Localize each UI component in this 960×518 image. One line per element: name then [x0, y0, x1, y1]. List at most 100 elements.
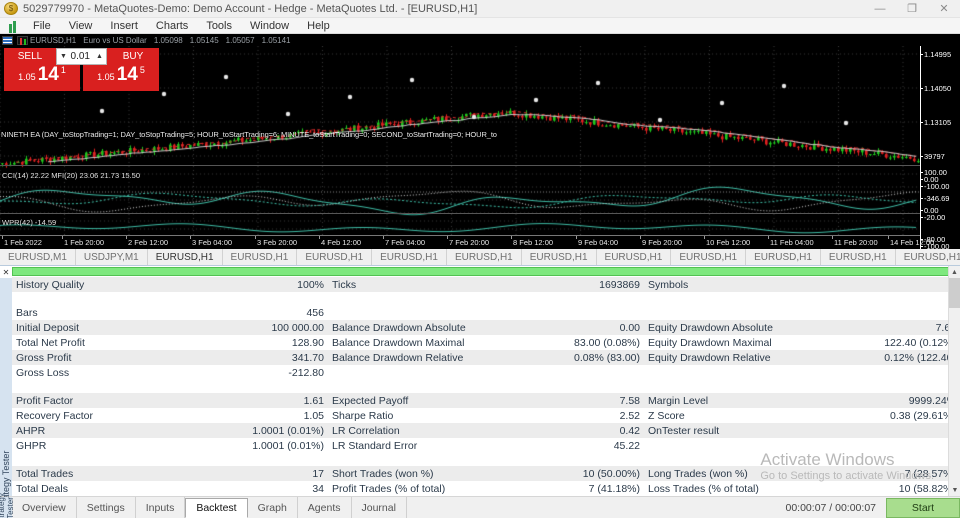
- buy-price-big: 14: [116, 64, 138, 85]
- tester-tab-graph[interactable]: Graph: [248, 497, 298, 518]
- table-row[interactable]: History Quality100%Ticks1693869Symbols1: [12, 277, 948, 292]
- price-tick: -20.00: [920, 213, 946, 222]
- scroll-down-icon[interactable]: ▼: [949, 484, 960, 496]
- chart-tab-10[interactable]: EURUSD,H1: [746, 249, 821, 265]
- buy-price[interactable]: 1.05 14 5: [83, 65, 159, 91]
- stat-label: Total Trades: [12, 466, 170, 481]
- chart-tab-1[interactable]: USDJPY,M1: [76, 249, 148, 265]
- sell-button[interactable]: SELL: [4, 48, 56, 65]
- table-row[interactable]: Initial Deposit 100 000.00 Balance Drawdow…: [12, 320, 948, 335]
- price-scale[interactable]: 1.14995 1.14050 1.13105 39797 100.00 0.00 -100…: [920, 46, 960, 249]
- maximize-icon[interactable]: ❐: [896, 0, 928, 18]
- stat-value: 0.42: [486, 423, 644, 438]
- chart-tab-12[interactable]: EURUSD,H1: [896, 249, 960, 265]
- results-scrollbar[interactable]: ▲ ▼: [948, 266, 960, 496]
- table-row[interactable]: Gross Profit 341.70 Balance Drawdown Relat…: [12, 350, 948, 365]
- menu-item-insert[interactable]: Insert: [101, 18, 147, 34]
- time-tick-label: 4 Feb 12:00: [321, 238, 362, 247]
- chart-area[interactable]: EURUSD,H1 Euro vs US Dollar 1.05098 1.05…: [0, 34, 960, 249]
- tester-tab-overview[interactable]: Overview: [12, 497, 77, 518]
- stat-value: 100 000.00: [170, 320, 328, 335]
- stat-value: 456: [170, 305, 328, 320]
- table-row[interactable]: AHPR 1.0001 (0.01%) LR Correlation 0.42 OnTe…: [12, 423, 948, 438]
- menu-item-help[interactable]: Help: [298, 18, 339, 34]
- stat-label: Balance Drawdown Maximal: [328, 335, 486, 350]
- sell-price[interactable]: 1.05 14 1: [4, 65, 80, 91]
- stat-value: 9999.24%: [802, 393, 948, 408]
- stat-value: 7 (28.57%): [802, 466, 948, 481]
- backtest-results-grid[interactable]: History Quality100%Ticks1693869Symbols1 B…: [12, 266, 948, 496]
- stat-value: 0.08% (83.00): [486, 350, 644, 365]
- chart-tabs-bar[interactable]: EURUSD,M1 USDJPY,M1 EURUSD,H1 EURUSD,H1 EURU…: [0, 249, 960, 266]
- stat-value: 1.0001 (0.01%): [170, 423, 328, 438]
- chart-tab-4[interactable]: EURUSD,H1: [297, 249, 373, 265]
- stat-label: Margin Level: [644, 393, 802, 408]
- table-row[interactable]: Gross Loss -212.80: [12, 365, 948, 380]
- stat-value: [802, 305, 948, 320]
- volume-down-icon[interactable]: ▼: [57, 53, 70, 60]
- volume-up-icon[interactable]: ▲: [93, 53, 106, 60]
- stat-label: Sharpe Ratio: [328, 408, 486, 423]
- chart-tab-9[interactable]: EURUSD,H1: [671, 249, 747, 265]
- chart-tab-6[interactable]: EURUSD,H1: [447, 249, 522, 265]
- expert-advisor-label: NINETH EA (DAY_toStopTrading=1; DAY_toSt…: [1, 130, 497, 139]
- stat-label: Recovery Factor: [12, 408, 170, 423]
- tester-tab-agents[interactable]: Agents: [298, 497, 352, 518]
- stat-value: 0.00: [486, 320, 644, 335]
- stat-value: 45.22: [486, 438, 644, 453]
- menu-item-file[interactable]: File: [24, 18, 60, 34]
- stat-label: Balance Drawdown Relative: [328, 350, 486, 365]
- time-tick-label: 7 Feb 20:00: [449, 238, 490, 247]
- volume-value[interactable]: 0.01: [70, 51, 93, 62]
- backtest-stats-table: History Quality100%Ticks1693869Symbols1 B…: [12, 266, 948, 496]
- tester-tab-settings[interactable]: Settings: [77, 497, 136, 518]
- time-axis[interactable]: 1 Feb 2022 1 Feb 20:00 2 Feb 12:00 3 Feb 04…: [0, 235, 934, 249]
- table-row[interactable]: Recovery Factor 1.05 Sharpe Ratio 2.52 Z Sco…: [12, 408, 948, 423]
- time-tick-label: 3 Feb 04:00: [192, 238, 233, 247]
- menu-item-window[interactable]: Window: [241, 18, 298, 34]
- one-click-trading-panel[interactable]: SELL ▼ 0.01 ▲ BUY 1.05 14 1 1.05 14 5: [4, 48, 159, 91]
- candles-icon[interactable]: [17, 35, 28, 45]
- chart-tab-5[interactable]: EURUSD,H1: [372, 249, 447, 265]
- chart-symbol-label: EURUSD,H1: [30, 35, 77, 45]
- table-row[interactable]: Profit Factor 1.61 Expected Payoff 7.58 Marg…: [12, 393, 948, 408]
- price-tick: 1.14050: [920, 84, 952, 93]
- menu-item-tools[interactable]: Tools: [197, 18, 241, 34]
- time-tick-label: 9 Feb 20:00: [642, 238, 683, 247]
- backtest-progress-bar: [12, 267, 948, 276]
- stat-value: 0.38 (29.61%): [802, 408, 948, 423]
- stat-label: [328, 365, 486, 380]
- grid-icon[interactable]: [2, 35, 13, 45]
- table-row[interactable]: Bars 456: [12, 305, 948, 320]
- chart-tab-11[interactable]: EURUSD,H1: [821, 249, 896, 265]
- menu-item-view[interactable]: View: [60, 18, 102, 34]
- table-row[interactable]: Total Net Profit 128.90 Balance Drawdown M…: [12, 335, 948, 350]
- start-button[interactable]: Start: [886, 497, 960, 518]
- stat-value: 1.05: [170, 408, 328, 423]
- table-row[interactable]: GHPR 1.0001 (0.01%) LR Standard Error 45.22: [12, 438, 948, 453]
- chart-tab-0[interactable]: EURUSD,M1: [0, 249, 76, 265]
- price-tick: 1.13105: [920, 118, 952, 127]
- title-bar: $ 5029779970 - MetaQuotes-Demo: Demo Acc…: [0, 0, 960, 18]
- stat-value: 1: [802, 277, 948, 292]
- menu-item-charts[interactable]: Charts: [147, 18, 197, 34]
- stat-label: [328, 305, 486, 320]
- scroll-up-icon[interactable]: ▲: [949, 266, 960, 278]
- chart-tab-7[interactable]: EURUSD,H1: [522, 249, 597, 265]
- chart-tab-8[interactable]: EURUSD,H1: [597, 249, 672, 265]
- chart-tab-3[interactable]: EURUSD,H1: [223, 249, 298, 265]
- sell-price-prefix: 1.05: [18, 72, 36, 82]
- close-icon[interactable]: ✕: [928, 0, 960, 18]
- chart-tab-2[interactable]: EURUSD,H1: [148, 249, 223, 265]
- minimize-icon[interactable]: —: [864, 0, 896, 18]
- volume-stepper[interactable]: ▼ 0.01 ▲: [56, 48, 107, 65]
- table-row[interactable]: Total Deals 34 Profit Trades (% of total) 7…: [12, 481, 948, 496]
- tester-tab-journal[interactable]: Journal: [352, 497, 407, 518]
- table-row[interactable]: Total Trades 17 Short Trades (won %) 10 (50…: [12, 466, 948, 481]
- panel-close-icon[interactable]: ✕: [0, 266, 12, 278]
- tester-tab-backtest[interactable]: Backtest: [185, 498, 248, 518]
- stat-label: Expected Payoff: [328, 393, 486, 408]
- buy-button[interactable]: BUY: [107, 48, 159, 65]
- scrollbar-thumb[interactable]: [949, 278, 960, 308]
- tester-tab-inputs[interactable]: Inputs: [136, 497, 186, 518]
